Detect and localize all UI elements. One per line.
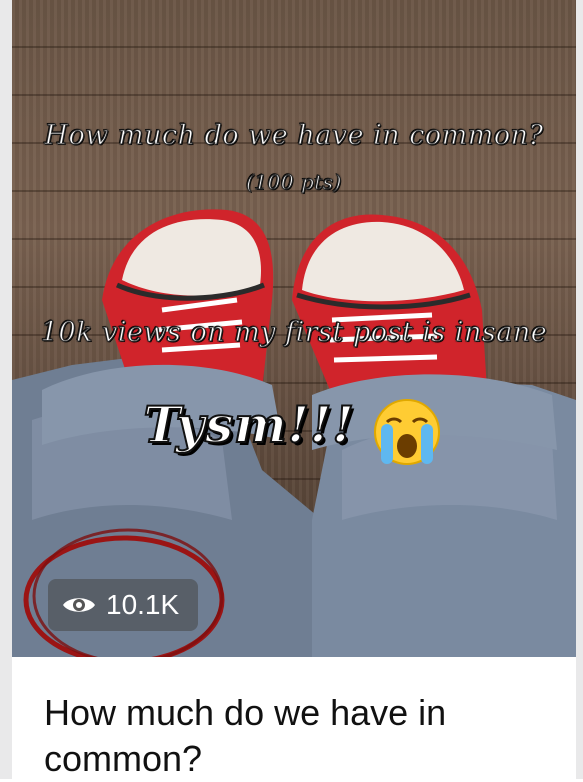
thanks-text: Tysm!!! xyxy=(142,394,355,455)
view-count-badge: 10.1K xyxy=(48,579,198,631)
post-caption[interactable]: How much do we have in common? xyxy=(44,690,544,782)
overlay-text-points: (100 pts) xyxy=(246,170,342,195)
eye-icon xyxy=(63,598,95,612)
view-count: 10.1K xyxy=(106,589,180,620)
post-image[interactable]: How much do we have in common? (100 pts)… xyxy=(12,0,576,657)
left-gutter xyxy=(0,0,12,779)
overlay-text-question: How much do we have in common? xyxy=(44,120,544,152)
overlay-text-thanks: Tysm!!! xyxy=(12,394,576,476)
loudly-crying-face-icon xyxy=(373,398,440,465)
overlay-text-views-note: 10k views on my first post is insane xyxy=(40,317,548,349)
right-gutter xyxy=(576,0,583,779)
